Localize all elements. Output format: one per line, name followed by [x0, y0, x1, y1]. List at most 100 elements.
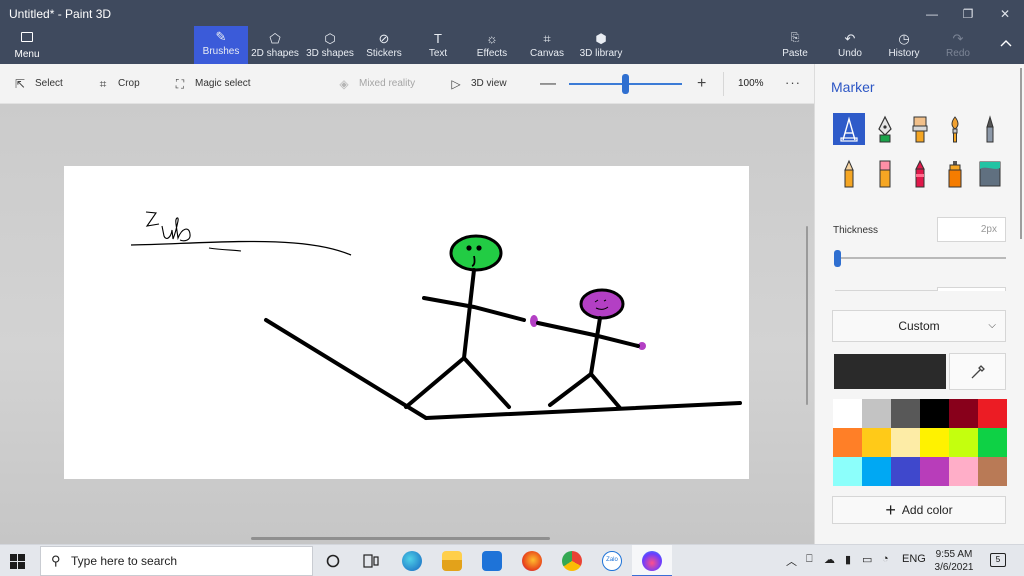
eyedropper-button[interactable] — [949, 353, 1006, 390]
3d-view-button[interactable]: ▷ 3D view — [449, 64, 507, 104]
color-swatch[interactable] — [862, 399, 891, 428]
taskbar-search-box[interactable]: ⚲ Type here to search — [40, 546, 313, 576]
maximize-button[interactable]: ❐ — [950, 4, 986, 24]
tool-3d-library[interactable]: ⬢ 3D library — [574, 28, 628, 64]
edge-icon[interactable] — [402, 551, 422, 571]
color-swatch[interactable] — [978, 428, 1007, 457]
current-color-swatch[interactable] — [834, 354, 946, 389]
color-swatch[interactable] — [862, 428, 891, 457]
tool-brushes[interactable]: ✎ Brushes — [194, 26, 248, 64]
zoom-slider-thumb[interactable] — [622, 74, 629, 94]
pixel-pen-button[interactable] — [974, 113, 1006, 145]
history-button[interactable]: ◷ History — [877, 28, 931, 64]
pencil-button[interactable] — [833, 158, 865, 190]
opacity-input[interactable] — [937, 287, 1006, 291]
color-swatch[interactable] — [920, 399, 949, 428]
file-explorer-icon[interactable] — [442, 551, 462, 571]
watercolor-button[interactable] — [939, 113, 971, 145]
zoom-percent[interactable]: 100% — [738, 64, 764, 104]
oil-brush-button[interactable] — [904, 113, 936, 145]
magic-select-button[interactable]: ⛶ Magic select — [173, 64, 251, 104]
search-icon: ⚲ — [51, 553, 61, 568]
zoom-out-button[interactable]: — — [540, 76, 556, 92]
spray-can-button[interactable] — [939, 158, 971, 190]
taskbar-clock[interactable]: 9:55 AM 3/6/2021 — [925, 548, 983, 574]
horizontal-scrollbar[interactable] — [251, 537, 550, 540]
color-swatch[interactable] — [978, 457, 1007, 486]
color-swatch[interactable] — [891, 399, 920, 428]
mail-icon[interactable] — [482, 551, 502, 571]
tool-3d-shapes[interactable]: ⬡ 3D shapes — [303, 28, 357, 64]
firefox-icon[interactable] — [522, 551, 542, 571]
color-swatch[interactable] — [920, 457, 949, 486]
color-swatch[interactable] — [949, 457, 978, 486]
minimize-button[interactable]: — — [914, 4, 950, 24]
color-swatch[interactable] — [833, 428, 862, 457]
tool-effects[interactable]: ☼ Effects — [465, 28, 519, 64]
color-swatch[interactable] — [949, 399, 978, 428]
redo-icon: ↷ — [952, 31, 964, 46]
crayon-button[interactable] — [904, 158, 936, 190]
texture-dropdown[interactable]: Custom ⌵ — [832, 310, 1006, 342]
zalo-icon[interactable]: Zalo — [602, 551, 622, 571]
menu-button[interactable]: Menu — [0, 28, 54, 64]
cortana-icon[interactable] — [326, 554, 340, 568]
chevron-up-icon[interactable]: ︿ — [786, 553, 797, 569]
drawing-canvas[interactable] — [64, 166, 749, 479]
calligraphy-pen-button[interactable] — [869, 113, 901, 145]
watercolor-icon — [951, 116, 959, 143]
tool-text[interactable]: T Text — [411, 28, 465, 64]
paint3d-icon[interactable] — [642, 551, 662, 571]
pixel-pen-icon — [986, 115, 994, 143]
battery-icon[interactable]: ▭ — [862, 553, 872, 566]
panel-scrollbar[interactable] — [1020, 68, 1022, 239]
tool-canvas[interactable]: ⌗ Canvas — [520, 28, 574, 64]
cloud-icon[interactable]: ☁ — [824, 553, 835, 566]
language-indicator[interactable]: ENG — [902, 553, 926, 565]
notification-icon[interactable]: 5 — [990, 553, 1006, 567]
microphone-icon[interactable]: ▮ — [845, 553, 851, 566]
device-icon[interactable]: ⎕ — [806, 553, 813, 566]
eraser-button[interactable] — [869, 158, 901, 190]
magic-select-icon: ⛶ — [175, 77, 185, 91]
color-swatch[interactable] — [833, 399, 862, 428]
color-swatch[interactable] — [978, 399, 1007, 428]
color-swatch[interactable] — [949, 428, 978, 457]
brush-icon: ✎ — [215, 29, 227, 44]
thickness-slider-track[interactable] — [835, 257, 1006, 259]
vertical-scrollbar[interactable] — [806, 226, 808, 405]
3d-view-label: 3D view — [471, 78, 507, 89]
redo-button[interactable]: ↷ Redo — [931, 28, 985, 64]
undo-label: Undo — [838, 48, 862, 59]
thickness-slider-thumb[interactable] — [834, 250, 841, 267]
marker-brush-button[interactable] — [833, 113, 865, 145]
drawing — [130, 211, 742, 420]
paste-button[interactable]: ⎘ Paste — [768, 28, 822, 64]
color-swatch[interactable] — [920, 428, 949, 457]
task-view-icon[interactable] — [363, 554, 379, 568]
close-button[interactable]: ✕ — [987, 4, 1023, 24]
add-color-button[interactable]: + Add color — [832, 496, 1006, 524]
undo-button[interactable]: ↶ Undo — [823, 28, 877, 64]
more-options-button[interactable]: ··· — [785, 64, 801, 102]
select-button[interactable]: ⇱ Select — [13, 64, 63, 104]
fill-button[interactable] — [974, 158, 1006, 190]
color-swatch[interactable] — [862, 457, 891, 486]
tool-stickers[interactable]: ⊘ Stickers — [357, 28, 411, 64]
chrome-icon[interactable] — [562, 551, 582, 571]
crop-button[interactable]: ⌗ Crop — [96, 64, 140, 104]
wifi-icon[interactable]: ◔ — [882, 553, 889, 565]
leg — [462, 356, 511, 409]
mixed-reality-button[interactable]: ◈ Mixed reality — [337, 64, 415, 104]
thickness-label: Thickness — [833, 225, 879, 236]
color-swatch[interactable] — [891, 428, 920, 457]
windows-start-icon[interactable] — [10, 554, 25, 569]
select-label: Select — [35, 78, 63, 89]
menu-icon — [21, 32, 33, 42]
tool-2d-shapes[interactable]: ⬠ 2D shapes — [248, 28, 302, 64]
thickness-input[interactable]: 2px — [937, 217, 1006, 242]
color-swatch[interactable] — [891, 457, 920, 486]
chevron-up-icon[interactable] — [1000, 38, 1012, 50]
zoom-in-button[interactable]: + — [697, 76, 706, 92]
color-swatch[interactable] — [833, 457, 862, 486]
